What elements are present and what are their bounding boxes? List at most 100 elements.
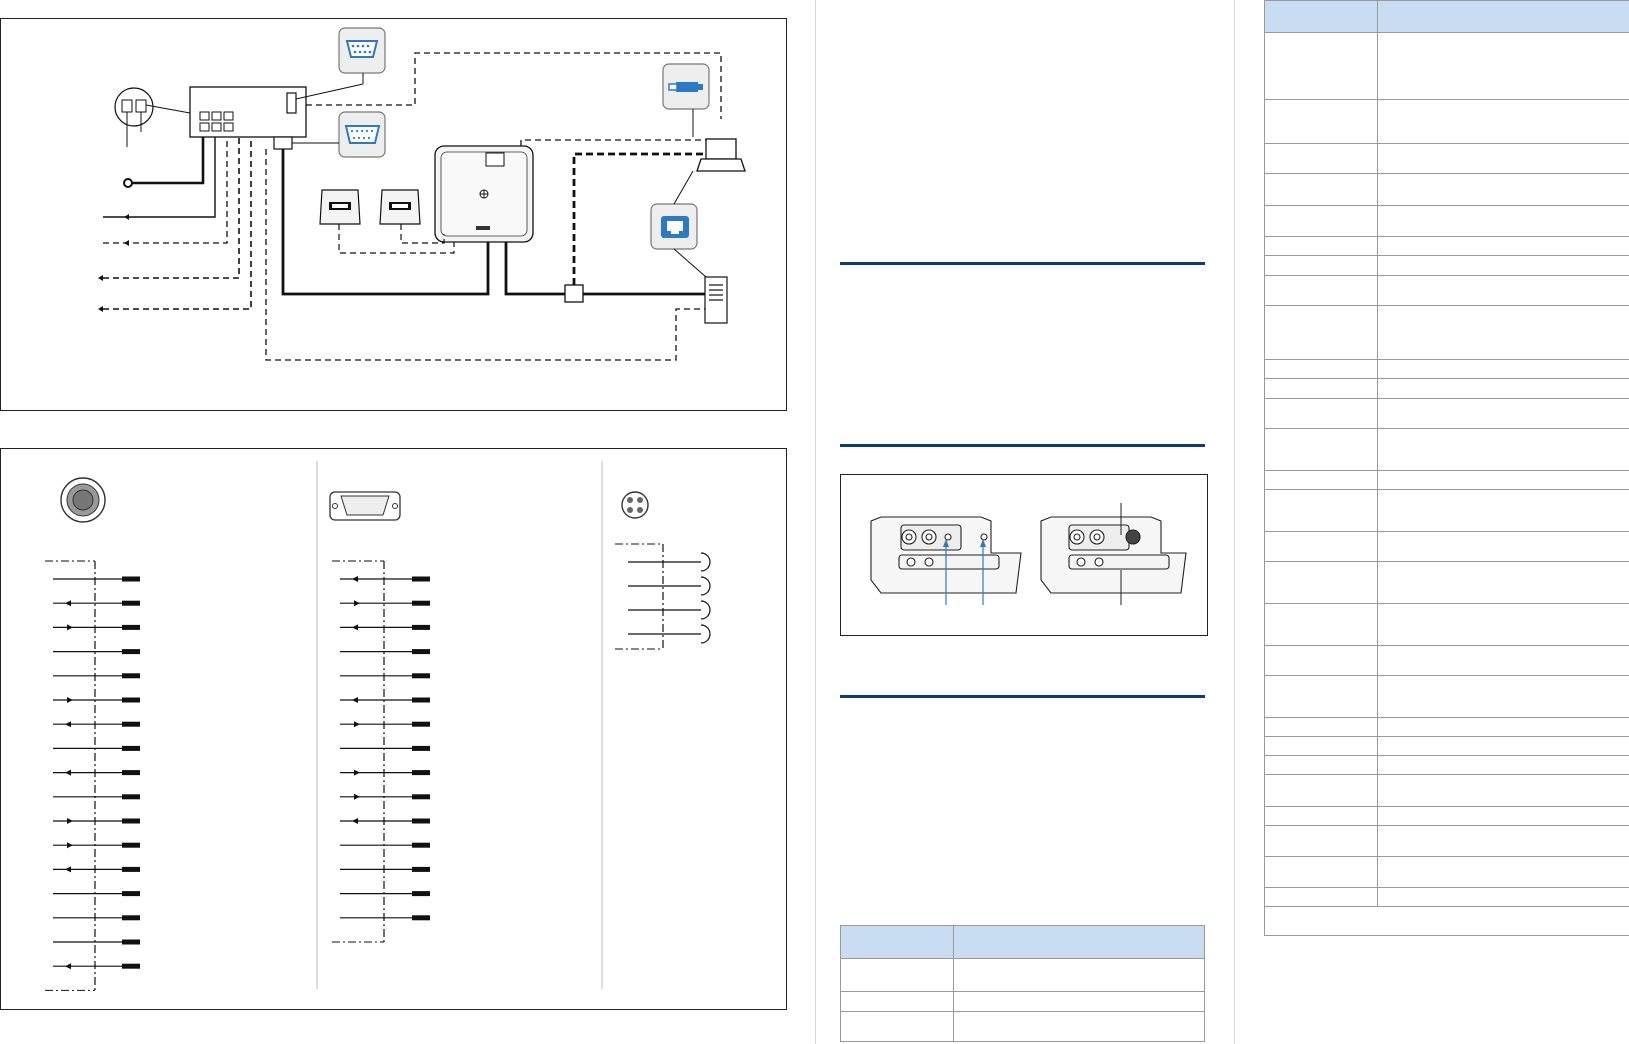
pin-row — [53, 891, 140, 897]
pin-row — [340, 697, 430, 703]
column-divider-1 — [815, 0, 816, 1044]
pin-row — [53, 600, 140, 607]
table-row — [1264, 359, 1629, 379]
reader-device — [434, 145, 534, 243]
laptop — [696, 138, 746, 172]
table-row — [840, 958, 1206, 992]
table-row — [840, 1011, 1206, 1042]
table-row — [1264, 675, 1629, 718]
table-row — [1264, 205, 1629, 237]
table-row — [1264, 99, 1629, 144]
table-row — [1264, 774, 1629, 807]
pin-assignment-panel — [0, 448, 787, 1010]
table-header-row — [1264, 0, 1629, 33]
table-row — [1264, 603, 1629, 646]
ethernet-connector-icon — [650, 203, 698, 250]
pin-row — [340, 793, 430, 800]
pin-row — [340, 649, 430, 655]
table-header-row — [840, 925, 1206, 959]
pin-row — [53, 745, 140, 751]
pin-row — [340, 673, 430, 679]
table-row — [1264, 806, 1629, 826]
serial-connector-icon — [338, 27, 386, 74]
round-connector-pin-rows — [45, 560, 140, 991]
table-row — [1264, 887, 1629, 907]
connection-diagram — [98, 27, 746, 361]
section-rule-1 — [840, 262, 1205, 265]
device-views-figure — [840, 474, 1208, 636]
table-row — [1264, 143, 1629, 174]
pin-row — [53, 866, 140, 873]
usb-connector-icon — [662, 63, 710, 110]
table-row — [1264, 736, 1629, 756]
table-row — [840, 991, 1206, 1012]
table-row — [1264, 825, 1629, 857]
pin-row — [340, 721, 430, 728]
table-header-cell — [840, 925, 954, 959]
pin-row — [53, 697, 140, 703]
dsub-connector-pin-rows — [332, 560, 430, 943]
pin-row — [340, 915, 430, 921]
table-header-cell — [1376, 0, 1629, 33]
pin-row — [340, 891, 430, 897]
table-header-cell — [952, 925, 1206, 959]
pin-row — [628, 576, 711, 596]
table-header-cell — [1264, 0, 1378, 33]
pin-row — [53, 794, 140, 800]
vga-connector-icon — [338, 111, 386, 158]
table-row — [1264, 856, 1629, 888]
pin-row — [53, 963, 140, 970]
column-divider-2 — [1234, 0, 1235, 1044]
server — [704, 276, 728, 324]
table-row — [1264, 561, 1629, 604]
pin-row — [53, 818, 140, 824]
table-footer-row — [1264, 906, 1629, 936]
antenna-module-2 — [379, 189, 421, 225]
table-row — [1264, 236, 1629, 256]
pin-row — [340, 576, 430, 582]
round-connector-icon — [60, 477, 106, 523]
pin-row — [340, 600, 430, 607]
table-row — [1264, 531, 1629, 562]
table-row — [1264, 717, 1629, 737]
pin-row — [628, 552, 711, 572]
table-row — [1264, 32, 1629, 100]
controller-slot — [286, 92, 297, 114]
display-module — [114, 87, 154, 127]
right-data-table — [1264, 0, 1629, 936]
pin-row — [53, 673, 140, 679]
pin-row — [340, 818, 430, 824]
pin-row — [53, 915, 140, 921]
pin-row — [340, 866, 430, 872]
table-row — [1264, 378, 1629, 399]
pin-row — [340, 769, 430, 776]
junction-box — [564, 284, 584, 303]
small-data-table — [840, 925, 1206, 1042]
table-row — [1264, 489, 1629, 532]
section-rule-3 — [840, 695, 1205, 698]
table-row — [1264, 255, 1629, 276]
device-side-view-2 — [1040, 516, 1187, 594]
table-row — [1264, 755, 1629, 775]
antenna-module-1 — [319, 189, 361, 225]
m12-connector-pin-rows — [615, 543, 711, 650]
pin-row — [628, 600, 711, 620]
table-row — [1264, 428, 1629, 471]
pin-row — [53, 842, 140, 849]
section-rule-2 — [840, 444, 1205, 447]
pin-row — [53, 721, 140, 728]
pin-row — [340, 745, 430, 751]
device-side-views — [870, 503, 1187, 605]
pin-assignment-diagram — [45, 461, 711, 991]
m12-connector-icon — [621, 491, 649, 519]
table-row — [1264, 305, 1629, 360]
pin-row — [628, 624, 711, 644]
pin-row — [53, 624, 140, 631]
pin-row — [53, 769, 140, 776]
table-row — [1264, 275, 1629, 306]
table-row — [1264, 173, 1629, 206]
table-row — [1264, 470, 1629, 490]
connection-diagram-panel — [0, 18, 787, 411]
table-row — [1264, 645, 1629, 676]
table-row — [1264, 398, 1629, 429]
